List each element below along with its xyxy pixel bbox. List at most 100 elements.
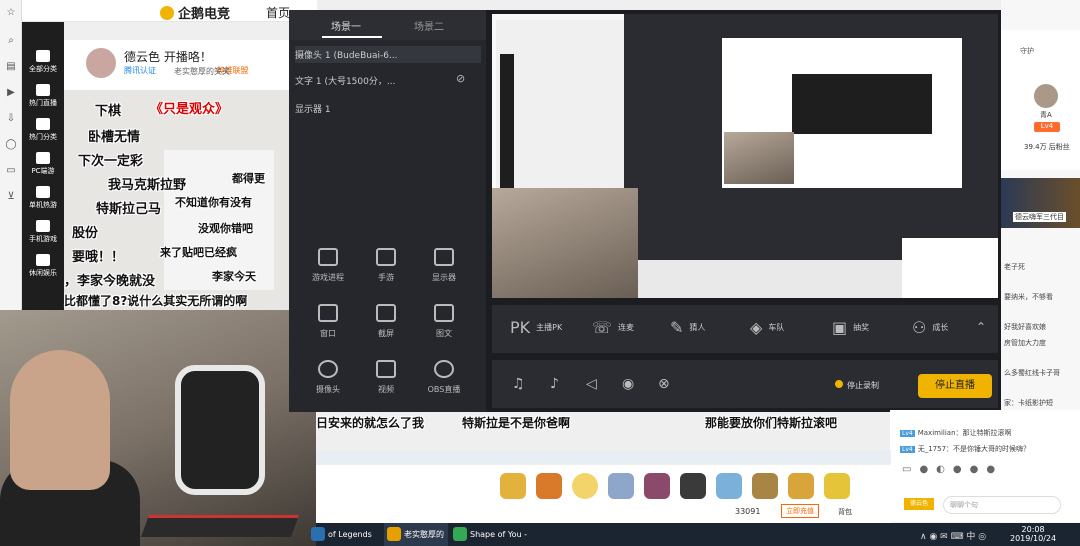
camera-icon: [318, 360, 338, 378]
gift-item[interactable]: [752, 473, 778, 499]
shield-icon: ◈: [750, 318, 763, 337]
stop-live-button[interactable]: 停止直播: [918, 374, 992, 398]
gift-item[interactable]: [788, 473, 814, 499]
chat-message: 么多蜀红线卡子哥: [1004, 369, 1060, 377]
chat-message: 好我好喜欢娘: [1004, 323, 1046, 331]
obs-source-panel: [289, 10, 486, 412]
active-tab-indicator: [322, 36, 382, 38]
lottery-button[interactable]: ▣ 抽奖: [832, 318, 869, 337]
phone-icon: [36, 220, 50, 232]
penguin-logo-icon: [160, 6, 174, 20]
pk-button[interactable]: PK 主播PK: [510, 318, 562, 337]
emoji-toolbar[interactable]: ▭●◐●●●: [902, 464, 1003, 475]
pk-icon: PK: [510, 318, 531, 337]
mic-link-button[interactable]: ☏ 连麦: [592, 318, 634, 337]
guard-tab[interactable]: 守护: [1020, 46, 1034, 56]
system-tray[interactable]: ∧ ◉ ✉ ⌨ 中 ◎: [920, 529, 986, 542]
danmu-text: 下次一定彩: [78, 154, 144, 169]
danmu-text: 股份: [72, 226, 99, 241]
gift-item[interactable]: [680, 473, 706, 499]
danmu-text: 《只是观众》: [150, 102, 229, 117]
gift-item[interactable]: [644, 473, 670, 499]
guess-button[interactable]: ✎ 猜人: [670, 318, 705, 337]
tool-display[interactable]: 显示器: [414, 248, 474, 283]
stream-preview[interactable]: [492, 14, 998, 298]
chat-message: 要纳米，不够看: [1004, 293, 1053, 301]
video-icon[interactable]: ▶: [4, 86, 18, 100]
play-icon: [36, 84, 50, 96]
chat-icon[interactable]: ◯: [4, 138, 18, 152]
search-icon[interactable]: ⌕: [4, 34, 18, 48]
tool-obs-live[interactable]: OBS直播: [414, 360, 474, 395]
user-icon: ⚇: [912, 318, 927, 337]
danmu-text: 比都懂了8?说什么其实无所谓的啊: [64, 294, 248, 308]
category-all[interactable]: 全部分类: [22, 50, 64, 74]
hide-icon[interactable]: ⊗: [658, 376, 670, 392]
danmu-text: 特斯拉己马: [96, 202, 162, 217]
tool-window[interactable]: 窗口: [298, 304, 358, 339]
tab-scene-two[interactable]: 场景二: [414, 18, 444, 33]
bell-icon[interactable]: ♫: [512, 376, 525, 392]
speaker-icon[interactable]: ◁: [586, 376, 597, 392]
site-logo[interactable]: 企鹅电竞: [160, 3, 230, 22]
nav-home-link[interactable]: 首页: [266, 4, 290, 21]
download-icon[interactable]: ⇩: [4, 112, 18, 126]
category-hot[interactable]: 热门分类: [22, 118, 64, 142]
mic-icon[interactable]: ♪: [550, 376, 559, 392]
avatar[interactable]: [1034, 84, 1058, 108]
book-icon[interactable]: ▤: [4, 60, 18, 74]
gift-item[interactable]: [824, 473, 850, 499]
source-text[interactable]: 文字 1 (大号1500分，...: [295, 74, 395, 87]
category-casual[interactable]: 休闲娱乐: [22, 254, 64, 278]
category-pc[interactable]: PC端游: [22, 152, 64, 176]
star-icon[interactable]: ☆: [4, 6, 18, 20]
gift-item[interactable]: [572, 473, 598, 499]
stop-record-button[interactable]: 停止录制: [835, 380, 879, 391]
taskbar-item[interactable]: 老实憨厚的笑笑 直...: [384, 523, 448, 546]
tool-image[interactable]: 图文: [414, 304, 474, 339]
tool-game-process[interactable]: 游戏进程: [298, 248, 358, 283]
gift-item[interactable]: [500, 473, 526, 499]
clock[interactable]: 20:08 2019/10/24: [1010, 525, 1056, 543]
team-button[interactable]: ◈ 车队: [750, 318, 784, 337]
backpack-button[interactable]: 背包: [838, 507, 852, 517]
cart-icon[interactable]: ⊻: [4, 190, 18, 204]
preview-webcam: [492, 188, 638, 298]
category-hot-live[interactable]: 热门直播: [22, 84, 64, 108]
category-single[interactable]: 单机热游: [22, 186, 64, 210]
gift-item[interactable]: [536, 473, 562, 499]
chat-message: Lv4 Maximilian：那让特斯拉滚啊: [900, 429, 1012, 437]
video-icon: [376, 360, 396, 378]
coin-balance: 33091: [735, 507, 761, 516]
nested-taskbar: [316, 450, 891, 464]
tool-camera[interactable]: 摄像头: [298, 360, 358, 395]
avatar[interactable]: [84, 46, 118, 80]
danmu-text: 没观你错吧: [198, 222, 253, 235]
category-mobile[interactable]: 手机游戏: [22, 220, 64, 244]
tool-mobile-game[interactable]: 手游: [356, 248, 416, 283]
eye-icon[interactable]: ◉: [622, 376, 634, 392]
danmu-text: 那能要放你们特斯拉滚吧: [705, 416, 838, 430]
taskbar-item[interactable]: Shape of You - E...: [450, 523, 540, 546]
growth-button[interactable]: ⚇ 成长: [912, 318, 948, 337]
tool-video[interactable]: 视频: [356, 360, 416, 395]
taskbar-item[interactable]: of Legends: [308, 523, 378, 546]
gift-item[interactable]: [608, 473, 634, 499]
chat-input[interactable]: 聊聊个句: [943, 496, 1061, 514]
doc-icon[interactable]: ▭: [4, 164, 18, 178]
recharge-button[interactable]: 立即充值: [781, 504, 819, 518]
chat-message: Lv4 无_1757：不是你锤大哥的时候嗨？: [900, 445, 1031, 453]
tool-screenshot[interactable]: 截屏: [356, 304, 416, 339]
source-display[interactable]: 显示器 1: [295, 102, 331, 115]
chevron-up-icon[interactable]: ⌃: [976, 320, 986, 334]
chat-message: 家：卡纸影护短: [1004, 399, 1053, 407]
source-camera[interactable]: 摄像头 1 (BudeBuai-6...: [295, 46, 481, 63]
danmu-text: 来了贴吧已经疯: [160, 246, 237, 259]
tab-scene-one[interactable]: 场景一: [331, 18, 361, 33]
danmu-text: 下棋: [95, 104, 122, 119]
eye-off-icon[interactable]: ⊘: [456, 72, 465, 85]
gift-item[interactable]: [716, 473, 742, 499]
person-head: [10, 350, 110, 490]
nested-browser: [496, 20, 624, 196]
grid-icon: [36, 50, 50, 62]
